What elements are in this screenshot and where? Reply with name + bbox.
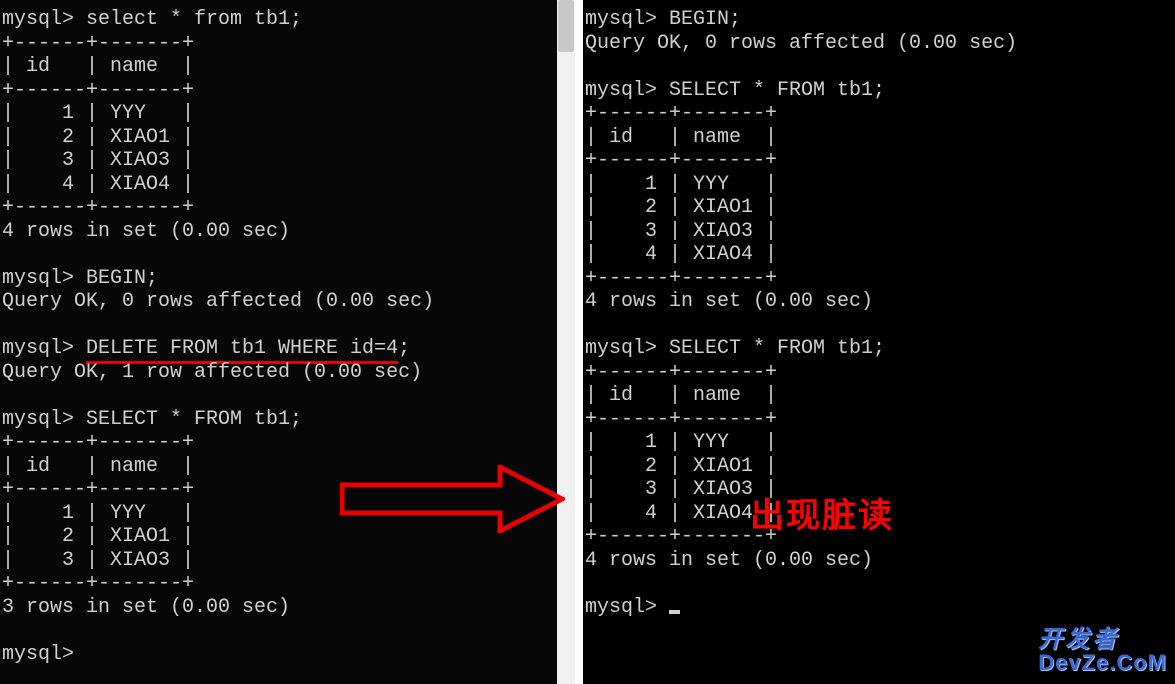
line: | 2 | XIAO1 |: [585, 455, 777, 478]
line: | 4 | XIAO4 |: [585, 502, 777, 525]
line: mysql> SELECT * FROM tb1;: [585, 79, 885, 102]
line: mysql> SELECT * FROM tb1;: [2, 408, 302, 431]
line: mysql> select * from tb1;: [2, 8, 302, 31]
line: | 3 | XIAO3 |: [585, 220, 777, 243]
line: +------+-------+: [2, 478, 194, 501]
pane-divider: [575, 0, 583, 684]
line: | 4 | XIAO4 |: [585, 243, 777, 266]
line: | id | name |: [585, 384, 777, 407]
line: 4 rows in set (0.00 sec): [585, 549, 873, 572]
line: | 1 | YYY |: [2, 502, 194, 525]
line: | 2 | XIAO1 |: [2, 126, 194, 149]
line: mysql> BEGIN;: [2, 267, 158, 290]
line: | id | name |: [585, 126, 777, 149]
watermark-top: 开发者: [1038, 628, 1167, 652]
line: 4 rows in set (0.00 sec): [2, 220, 290, 243]
line: | 1 | YYY |: [585, 173, 777, 196]
line: +------+-------+: [2, 79, 194, 102]
line: | 3 | XIAO3 |: [2, 549, 194, 572]
line: +------+-------+: [2, 572, 194, 595]
left-scrollbar-thumb[interactable]: [558, 0, 574, 52]
line: | 1 | YYY |: [585, 431, 777, 454]
line: mysql> SELECT * FROM tb1;: [585, 337, 885, 360]
left-terminal[interactable]: mysql> select * from tb1; +------+------…: [0, 0, 557, 684]
line: Query OK, 1 row affected (0.00 sec): [2, 361, 422, 384]
semicolon: ;: [398, 337, 410, 360]
cursor: [669, 610, 680, 614]
line: +------+-------+: [585, 267, 777, 290]
line: mysql> BEGIN;: [585, 8, 741, 31]
watermark: 开发者 DevZe.CoM: [1038, 628, 1167, 674]
line: +------+-------+: [585, 525, 777, 548]
right-terminal[interactable]: mysql> BEGIN; Query OK, 0 rows affected …: [583, 0, 1175, 684]
line: +------+-------+: [2, 431, 194, 454]
line: | id | name |: [2, 55, 194, 78]
dirty-read-label: 出现脏读: [750, 488, 894, 537]
line: +------+-------+: [585, 408, 777, 431]
watermark-bottom: DevZe.CoM: [1038, 652, 1167, 674]
line: | 1 | YYY |: [2, 102, 194, 125]
line: +------+-------+: [2, 32, 194, 55]
line: 3 rows in set (0.00 sec): [2, 596, 290, 619]
left-scrollbar-track[interactable]: [557, 0, 575, 684]
prompt: mysql>: [2, 337, 86, 360]
line: +------+-------+: [585, 102, 777, 125]
line: | 3 | XIAO3 |: [2, 149, 194, 172]
line: mysql>: [2, 643, 86, 666]
line: | 4 | XIAO4 |: [2, 173, 194, 196]
line: | 3 | XIAO3 |: [585, 478, 777, 501]
line: Query OK, 0 rows affected (0.00 sec): [585, 32, 1017, 55]
line: +------+-------+: [585, 149, 777, 172]
line: | 2 | XIAO1 |: [2, 525, 194, 548]
line: +------+-------+: [585, 361, 777, 384]
line: | 2 | XIAO1 |: [585, 196, 777, 219]
line: | id | name |: [2, 455, 194, 478]
line: 4 rows in set (0.00 sec): [585, 290, 873, 313]
line: Query OK, 0 rows affected (0.00 sec): [2, 290, 434, 313]
prompt: mysql>: [585, 596, 669, 619]
line: +------+-------+: [2, 196, 194, 219]
